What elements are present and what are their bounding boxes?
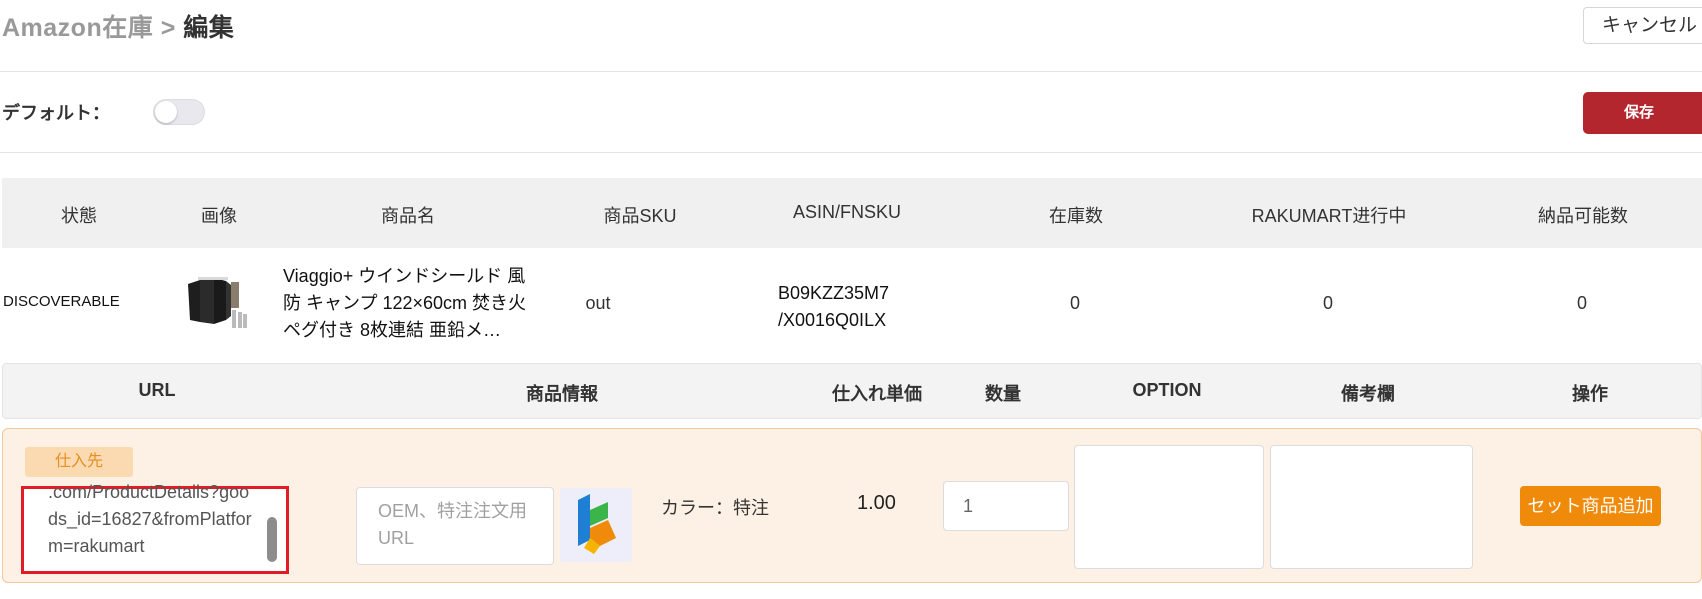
product-name: Viaggio+ ウインドシールド 風防 キャンプ 122×60cm 焚き火 ペ… — [283, 266, 527, 340]
column-header-rakumart: RAKUMART进行中 — [1251, 206, 1407, 226]
save-button[interactable]: 保存 — [1583, 92, 1702, 134]
default-toggle[interactable] — [153, 99, 205, 125]
notes-textarea[interactable] — [1270, 445, 1473, 569]
supplier-table-header: URL 商品情報 仕入れ単価 数量 OPTION 備考欄 操作 — [2, 363, 1702, 419]
column-header-deliverable: 納品可能数 — [1538, 206, 1628, 226]
cancel-button[interactable]: キャンセル — [1583, 7, 1702, 44]
product-color: カラー：特注 — [661, 498, 769, 518]
supplier-tag: 仕入先 — [25, 447, 133, 477]
divider — [0, 152, 1702, 153]
column-header-image: 画像 — [201, 206, 237, 226]
url-value: .com/ProductDetails?goods_id=16827&fromP… — [48, 482, 252, 556]
column-header-product-name: 商品名 — [381, 206, 435, 226]
column-header-status: 状態 — [61, 206, 97, 226]
oem-url-input[interactable]: OEM、特注注文用URL — [356, 487, 554, 565]
default-label: デフォルト： — [2, 103, 110, 123]
unit-price: 1.00 — [857, 492, 896, 514]
sku-cell: out — [585, 293, 611, 313]
breadcrumb-parent[interactable]: Amazon在庫 — [2, 14, 153, 42]
breadcrumb-separator: > — [160, 14, 176, 42]
url-scrollbar[interactable] — [267, 517, 277, 562]
inventory-table-header: 状態 画像 商品名 商品SKU ASIN/FNSKU 在庫数 RAKUMART进… — [2, 178, 1702, 248]
column-header-asin: ASIN/FNSKU — [792, 202, 902, 222]
column-header-unit-price: 仕入れ単価 — [832, 384, 922, 404]
rakumart-cell: 0 — [1322, 293, 1334, 313]
supplier-row: 仕入先 .com/ProductDetails?goods_id=16827&f… — [2, 428, 1702, 583]
rakumart-logo-icon — [560, 488, 632, 562]
column-header-actions: 操作 — [1572, 384, 1608, 404]
breadcrumb: Amazon在庫 > 編集 — [2, 8, 234, 44]
deliverable-cell: 0 — [1576, 293, 1588, 313]
divider — [0, 71, 1702, 72]
asin-cell: B09KZZ35M7 /X0016Q0ILX — [778, 280, 889, 334]
column-header-option: OPTION — [1132, 380, 1202, 400]
column-header-stock: 在庫数 — [1049, 206, 1103, 226]
add-set-product-button[interactable]: セット商品追加 — [1520, 486, 1661, 526]
option-textarea[interactable] — [1074, 445, 1264, 569]
column-header-product-info: 商品情報 — [526, 384, 598, 404]
status-cell: DISCOVERABLE — [3, 293, 120, 310]
asin-value: B09KZZ35M7 — [778, 283, 890, 303]
column-header-sku: 商品SKU — [603, 206, 677, 226]
column-header-url: URL — [138, 380, 176, 400]
url-textarea[interactable]: .com/ProductDetails?goods_id=16827&fromP… — [21, 482, 289, 574]
column-header-quantity: 数量 — [985, 384, 1021, 404]
product-thumbnail[interactable] — [184, 270, 250, 336]
stock-cell: 0 — [1069, 293, 1081, 313]
quantity-input[interactable]: 1 — [943, 481, 1069, 531]
breadcrumb-current: 編集 — [183, 14, 235, 42]
fnsku-value: /X0016Q0ILX — [778, 310, 887, 330]
column-header-notes: 備考欄 — [1341, 384, 1395, 404]
table-row: DISCOVERABLE Viaggio+ ウインドシールド 風防 キャンプ 1… — [0, 248, 1702, 362]
toggle-knob — [155, 101, 177, 123]
